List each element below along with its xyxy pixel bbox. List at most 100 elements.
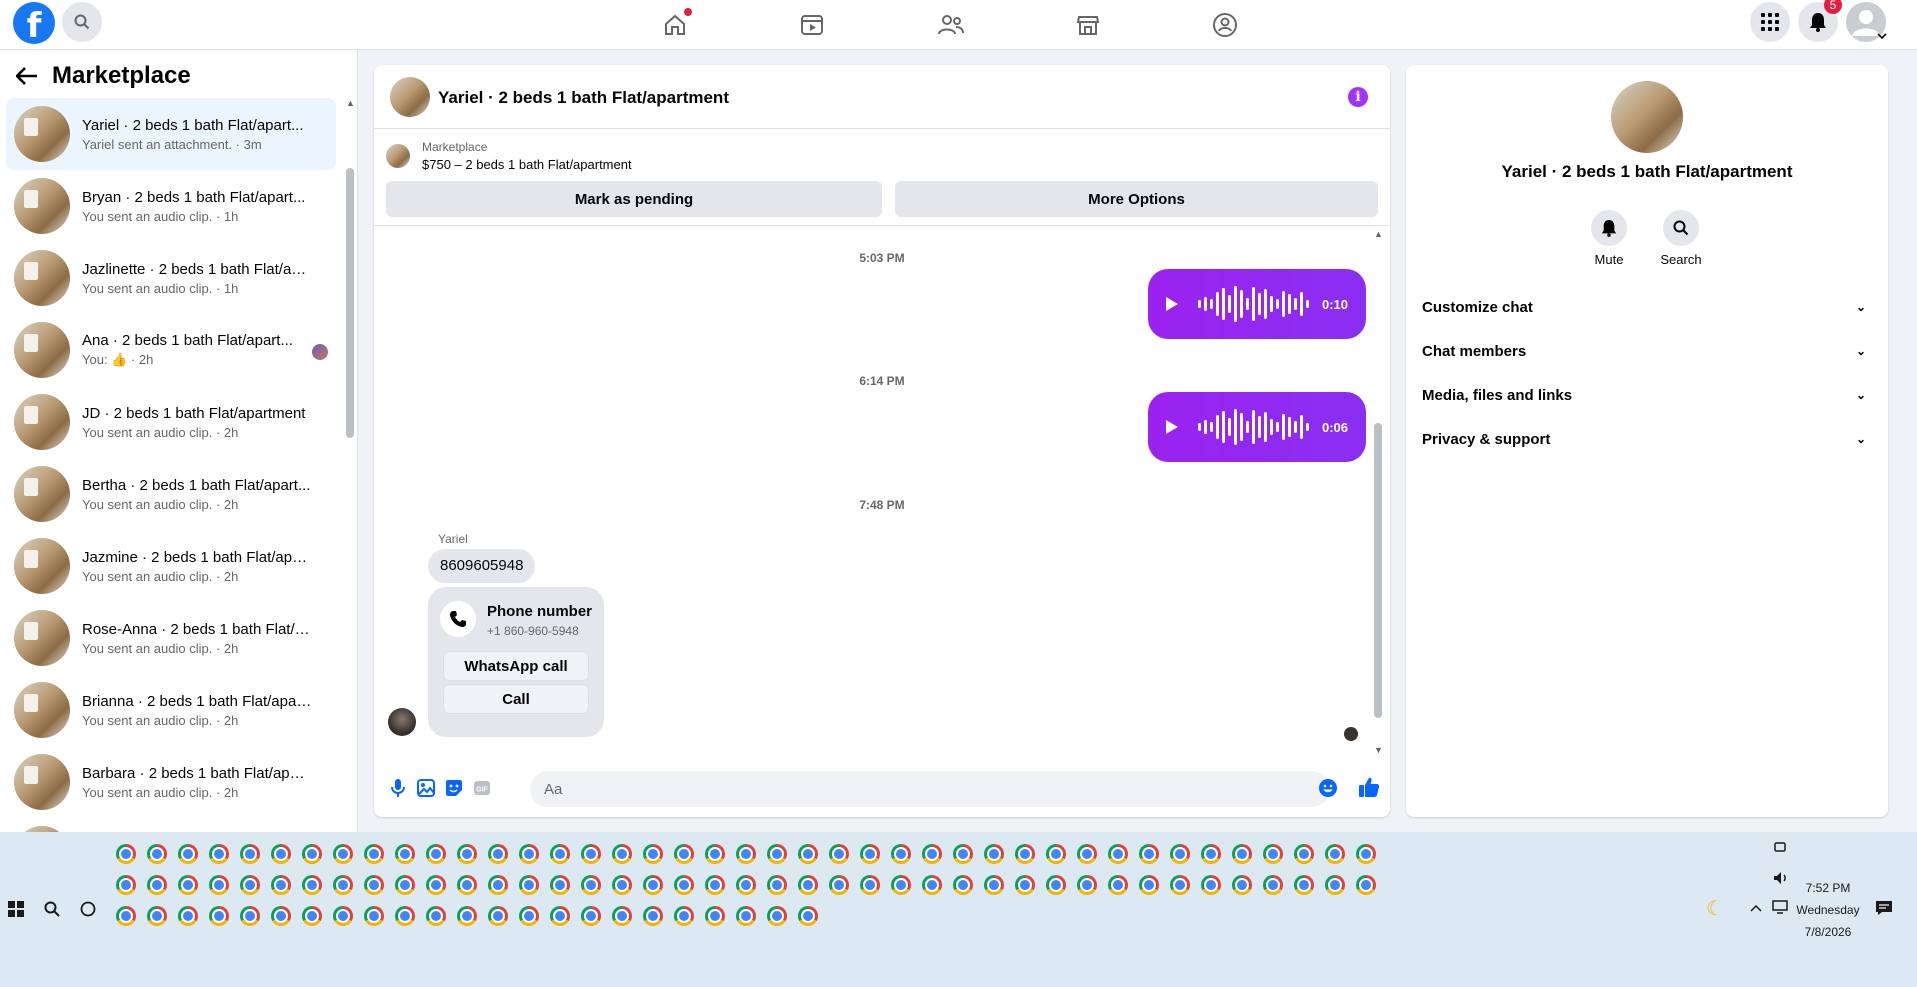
thumbs-up-icon[interactable] <box>1358 776 1380 798</box>
chrome-window-icon[interactable] <box>1108 843 1128 864</box>
message-bubble[interactable]: 8609605948 <box>428 549 536 583</box>
more-options-button[interactable]: More Options <box>895 181 1378 217</box>
conversation-item[interactable]: Jazmine · 2 beds 1 bath Flat/apa... You s… <box>6 530 336 602</box>
chrome-window-icon[interactable] <box>581 905 601 926</box>
chrome-window-icon[interactable] <box>457 843 477 864</box>
scrollbar-thumb[interactable] <box>346 168 354 438</box>
chrome-window-icon[interactable] <box>426 843 446 864</box>
chrome-window-icon[interactable] <box>612 843 632 864</box>
chrome-window-icon[interactable] <box>798 843 818 864</box>
play-icon[interactable] <box>1166 420 1178 434</box>
chevron-down-icon[interactable] <box>1877 32 1887 40</box>
chrome-window-icon[interactable] <box>736 874 756 895</box>
chrome-window-icon[interactable] <box>395 905 415 926</box>
clock-time[interactable]: 7:52 PM <box>1773 881 1883 895</box>
listing-thumbnail[interactable] <box>386 144 410 168</box>
chrome-window-icon[interactable] <box>364 874 384 895</box>
chrome-window-icon[interactable] <box>271 843 291 864</box>
chrome-window-icon[interactable] <box>922 874 942 895</box>
chrome-window-icon[interactable] <box>1077 843 1097 864</box>
conversation-item[interactable]: Bertha · 2 beds 1 bath Flat/apart... You … <box>6 458 336 530</box>
chrome-window-icon[interactable] <box>1356 874 1376 895</box>
chat-scrollbar[interactable]: ▲ ▼ <box>1374 229 1383 755</box>
chrome-window-icon[interactable] <box>953 843 973 864</box>
notifications-button[interactable]: 5 <box>1798 0 1842 42</box>
chrome-window-icon[interactable] <box>333 874 353 895</box>
chrome-window-icon[interactable] <box>240 843 260 864</box>
whatsapp-call-button[interactable]: WhatsApp call <box>443 651 589 681</box>
chrome-window-icon[interactable] <box>1046 874 1066 895</box>
chrome-window-icon[interactable] <box>891 874 911 895</box>
details-avatar[interactable] <box>1611 81 1683 153</box>
chrome-window-icon[interactable] <box>550 874 570 895</box>
gif-icon[interactable]: GIF <box>472 778 492 798</box>
conversation-item[interactable] <box>6 818 336 832</box>
chrome-window-icon[interactable] <box>1263 843 1283 864</box>
audio-message[interactable]: 0:10 <box>1148 269 1366 339</box>
mute-action[interactable]: Mute <box>1579 210 1639 267</box>
conversation-item[interactable]: Brianna · 2 beds 1 bath Flat/apar... You … <box>6 674 336 746</box>
chrome-window-icon[interactable] <box>1356 843 1376 864</box>
chrome-window-icon[interactable] <box>612 905 632 926</box>
chrome-window-icon[interactable] <box>488 843 508 864</box>
clock-day[interactable]: Wednesday <box>1773 903 1883 917</box>
chrome-window-icon[interactable] <box>922 843 942 864</box>
chrome-window-icon[interactable] <box>1139 874 1159 895</box>
chat-avatar[interactable] <box>390 77 430 117</box>
chrome-window-icon[interactable] <box>798 905 818 926</box>
privacy-support-row[interactable]: Privacy & support ⌄ <box>1422 421 1872 457</box>
chrome-window-icon[interactable] <box>581 874 601 895</box>
chrome-window-icon[interactable] <box>643 905 663 926</box>
chrome-window-icon[interactable] <box>147 843 167 864</box>
nav-home[interactable] <box>620 5 730 45</box>
audio-message[interactable]: 0:06 <box>1148 392 1366 462</box>
chrome-window-icon[interactable] <box>674 874 694 895</box>
chrome-window-icon[interactable] <box>1232 843 1252 864</box>
chrome-window-icon[interactable] <box>1294 843 1314 864</box>
chrome-window-icon[interactable] <box>1046 843 1066 864</box>
chrome-window-icon[interactable] <box>1232 874 1252 895</box>
sidebar-scrollbar[interactable]: ▲ ▼ <box>346 98 355 832</box>
chrome-window-icon[interactable] <box>209 874 229 895</box>
chrome-window-icon[interactable] <box>612 874 632 895</box>
search-button[interactable] <box>62 2 102 42</box>
conversation-item[interactable]: JD · 2 beds 1 bath Flat/apartment You sen… <box>6 386 336 458</box>
chrome-window-icon[interactable] <box>333 843 353 864</box>
chrome-window-icon[interactable] <box>116 843 136 864</box>
nav-marketplace[interactable] <box>1033 5 1143 45</box>
bell-icon[interactable] <box>1591 210 1627 246</box>
chrome-window-icon[interactable] <box>333 905 353 926</box>
back-arrow-icon[interactable] <box>16 67 38 85</box>
task-view-icon[interactable] <box>80 901 96 917</box>
chrome-window-icon[interactable] <box>643 874 663 895</box>
meet-now-icon[interactable] <box>1773 840 1787 854</box>
chrome-window-icon[interactable] <box>1077 874 1097 895</box>
clock-date[interactable]: 7/8/2026 <box>1773 925 1883 939</box>
chrome-window-icon[interactable] <box>705 843 725 864</box>
chrome-window-icon[interactable] <box>1201 843 1221 864</box>
chrome-window-icon[interactable] <box>705 905 725 926</box>
chrome-window-icon[interactable] <box>953 874 973 895</box>
chrome-window-icon[interactable] <box>178 905 198 926</box>
chrome-window-icon[interactable] <box>1294 874 1314 895</box>
chrome-window-icon[interactable] <box>767 874 787 895</box>
chrome-window-icon[interactable] <box>116 905 136 926</box>
chrome-window-icon[interactable] <box>457 905 477 926</box>
chrome-window-icon[interactable] <box>302 843 322 864</box>
sender-avatar[interactable] <box>388 708 416 736</box>
sticker-icon[interactable] <box>444 778 464 798</box>
chrome-window-icon[interactable] <box>1170 843 1190 864</box>
message-input[interactable] <box>530 771 1330 807</box>
chrome-window-icon[interactable] <box>1325 843 1345 864</box>
chrome-window-icon[interactable] <box>488 874 508 895</box>
conversation-item[interactable]: Barbara · 2 beds 1 bath Flat/apar... You … <box>6 746 336 818</box>
chrome-window-icon[interactable] <box>1015 874 1035 895</box>
listing-price-title[interactable]: $750 – 2 beds 1 bath Flat/apartment <box>422 157 632 172</box>
chrome-window-icon[interactable] <box>147 905 167 926</box>
chat-title[interactable]: Yariel · 2 beds 1 bath Flat/apartment <box>438 88 729 108</box>
nav-video[interactable] <box>757 5 867 45</box>
chrome-window-icon[interactable] <box>116 874 136 895</box>
notification-center-icon[interactable] <box>1875 900 1893 916</box>
chrome-window-icon[interactable] <box>1139 843 1159 864</box>
chrome-window-icon[interactable] <box>519 843 539 864</box>
